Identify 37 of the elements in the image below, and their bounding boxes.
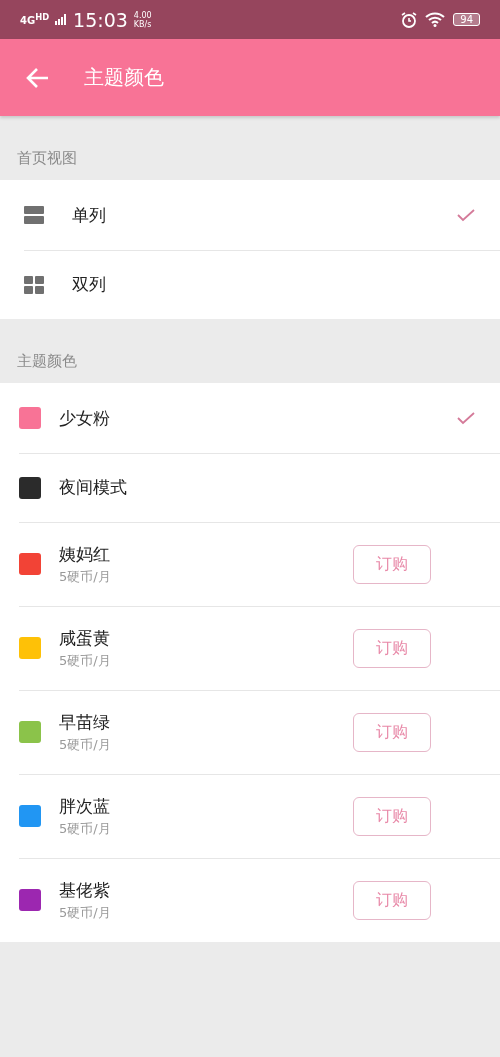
page-title: 主题颜色 bbox=[84, 64, 164, 91]
network-indicator: 4G$^{HD}$ bbox=[20, 12, 50, 27]
theme-option[interactable]: 早苗绿 5硬币/月 订购 bbox=[0, 690, 500, 774]
status-time: 15:03 bbox=[73, 8, 128, 31]
view-option[interactable]: 双列 bbox=[0, 250, 500, 319]
theme-name: 胖次蓝 bbox=[59, 794, 111, 818]
network-speed: 4.00 bbox=[133, 10, 152, 20]
wifi-icon bbox=[425, 12, 446, 27]
speed-unit: KB/s bbox=[133, 19, 152, 29]
theme-name: 咸蛋黄 bbox=[59, 626, 111, 650]
theme-name: 基佬紫 bbox=[59, 878, 111, 902]
signal-icon bbox=[55, 14, 68, 25]
theme-option[interactable]: 姨妈红 5硬币/月 订购 bbox=[0, 522, 500, 606]
theme-option[interactable]: 少女粉 bbox=[0, 383, 500, 453]
option-label: 单列 bbox=[72, 203, 106, 227]
theme-name: 夜间模式 bbox=[59, 476, 127, 499]
theme-price: 5硬币/月 bbox=[59, 735, 111, 754]
theme-price: 5硬币/月 bbox=[59, 567, 111, 586]
rows-icon bbox=[24, 206, 44, 224]
theme-price: 5硬币/月 bbox=[59, 903, 111, 922]
theme-name: 姨妈红 bbox=[59, 542, 111, 566]
theme-option[interactable]: 基佬紫 5硬币/月 订购 bbox=[0, 858, 500, 942]
alarm-icon bbox=[401, 11, 418, 28]
theme-option[interactable]: 胖次蓝 5硬币/月 订购 bbox=[0, 774, 500, 858]
back-icon[interactable] bbox=[26, 66, 50, 89]
theme-price: 5硬币/月 bbox=[59, 651, 111, 670]
theme-price: 5硬币/月 bbox=[59, 819, 111, 838]
grid-icon bbox=[24, 275, 44, 294]
option-label: 双列 bbox=[72, 273, 106, 296]
theme-option[interactable]: 夜间模式 bbox=[0, 453, 500, 522]
view-option[interactable]: 单列 bbox=[0, 180, 500, 250]
theme-name: 早苗绿 bbox=[59, 710, 111, 734]
theme-name: 少女粉 bbox=[59, 406, 110, 430]
section-header: 主题颜色 bbox=[17, 352, 77, 371]
section-header: 首页视图 bbox=[17, 149, 77, 168]
theme-option[interactable]: 咸蛋黄 5硬币/月 订购 bbox=[0, 606, 500, 690]
battery-indicator: 94 bbox=[453, 13, 480, 26]
